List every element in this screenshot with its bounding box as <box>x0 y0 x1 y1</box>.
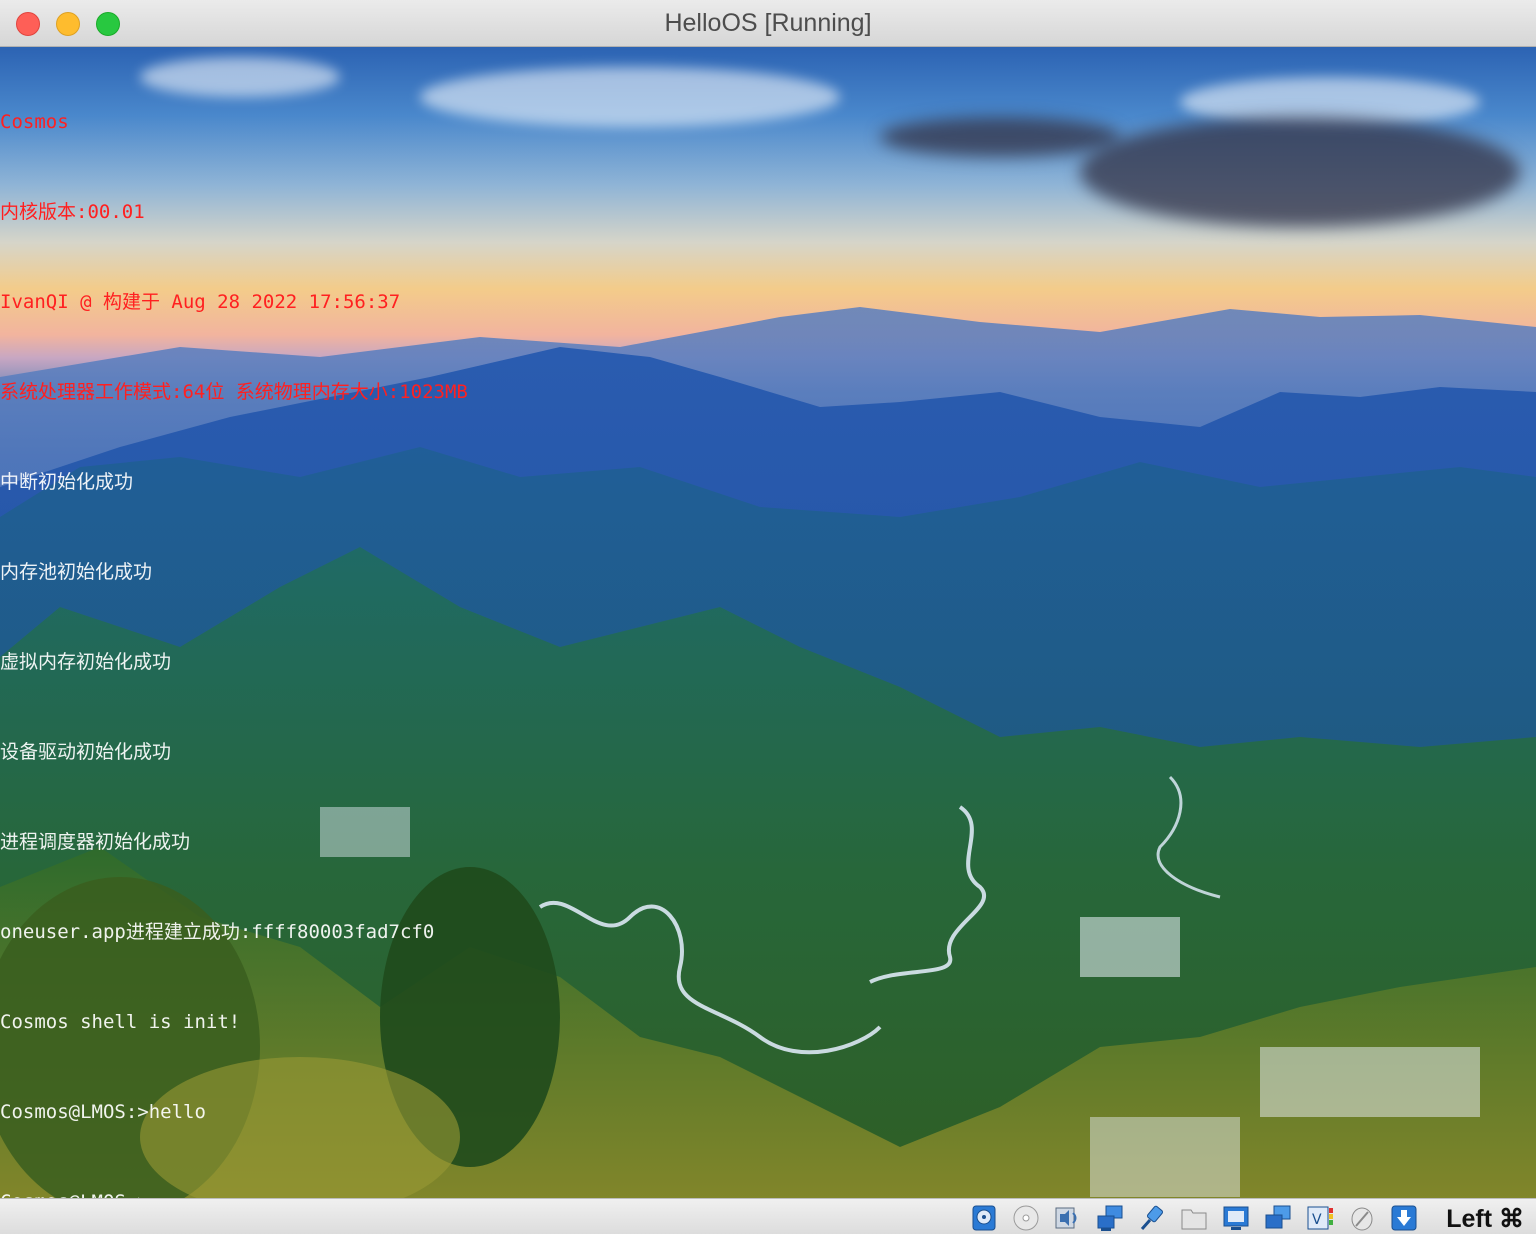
optical-drive-icon[interactable] <box>1012 1204 1040 1232</box>
console-line: Cosmos@LMOS:>hello <box>0 1101 206 1123</box>
vm-screen[interactable]: Cosmos 内核版本:00.01 IvanQI @ 构建于 Aug 28 20… <box>0 47 1536 1198</box>
capture-icon[interactable] <box>1264 1204 1292 1232</box>
console-line: 中断初始化成功 <box>0 471 134 493</box>
cpu-icon[interactable]: V <box>1306 1204 1334 1232</box>
console-line: IvanQI @ 构建于 Aug 28 2022 17:56:37 <box>0 291 401 313</box>
shell-prompt[interactable]: Cosmos@LMOS:> <box>0 1187 468 1198</box>
console-line: Cosmos <box>0 111 69 133</box>
console-line: 内核版本:00.01 <box>0 201 145 223</box>
console-line: 内存池初始化成功 <box>0 561 153 583</box>
window-title: HelloOS [Running] <box>664 9 872 37</box>
network-icon[interactable] <box>1096 1204 1124 1232</box>
console-line: 系统处理器工作模式:64位 系统物理内存大小:1023MB <box>0 381 468 403</box>
vm-window: HelloOS [Running] Cosmos 内核版本:00.01 Ivan… <box>0 0 1536 1234</box>
console-line: 虚拟内存初始化成功 <box>0 651 172 673</box>
console-line: oneuser.app进程建立成功:ffff80003fad7cf0 <box>0 921 435 943</box>
title-bar[interactable]: HelloOS [Running] <box>0 0 1536 47</box>
display-icon[interactable] <box>1222 1204 1250 1232</box>
usb-icon[interactable] <box>1138 1204 1166 1232</box>
hard-disk-icon[interactable] <box>970 1204 998 1232</box>
svg-text:V: V <box>1312 1212 1322 1228</box>
host-key-label: Left ⌘ <box>1446 1205 1524 1233</box>
audio-icon[interactable] <box>1054 1204 1082 1232</box>
console-line: Cosmos shell is init! <box>0 1011 241 1033</box>
console-line: 设备驱动初始化成功 <box>0 741 172 763</box>
console-line: 进程调度器初始化成功 <box>0 831 191 853</box>
mouse-integration-icon[interactable] <box>1348 1204 1376 1232</box>
console-output[interactable]: Cosmos 内核版本:00.01 IvanQI @ 构建于 Aug 28 20… <box>0 47 468 1198</box>
keyboard-icon[interactable] <box>1390 1204 1418 1232</box>
status-bar: V Left ⌘ <box>0 1198 1536 1234</box>
shared-folder-icon[interactable] <box>1180 1204 1208 1232</box>
